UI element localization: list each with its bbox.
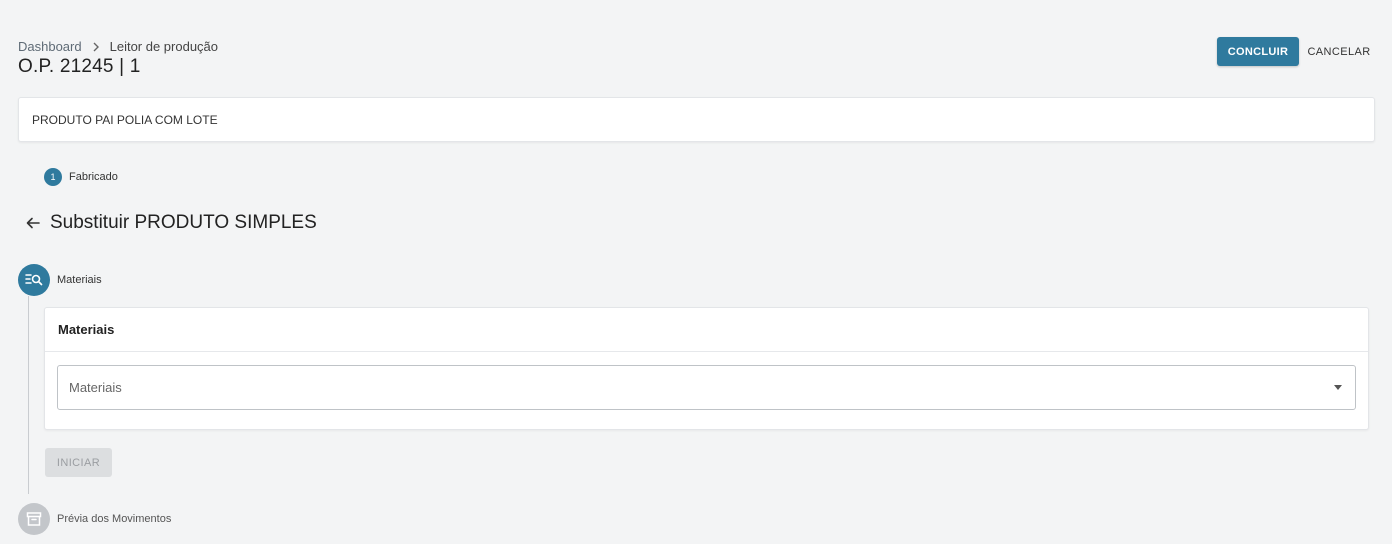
step-number-badge: 1 [44,168,62,186]
chevron-right-icon [92,42,100,52]
step-materiais-label: Materiais [57,274,102,286]
caret-down-icon [1334,385,1342,390]
arrow-left-icon[interactable] [26,215,42,231]
materials-select-placeholder: Materiais [69,380,122,395]
iniciar-button[interactable]: INICIAR [45,448,112,477]
archive-icon [18,503,50,535]
page: Dashboard Leitor de produção O.P. 21245 … [0,0,1392,544]
product-card: PRODUTO PAI POLIA COM LOTE [18,97,1375,142]
materials-card-title: Materiais [45,308,1368,352]
step-fabricado: 1 Fabricado [44,168,118,186]
breadcrumb-current: Leitor de produção [109,39,219,54]
list-search-icon [18,264,50,296]
stepper-connector-line [28,296,29,494]
materials-card: Materiais Materiais [44,307,1369,430]
cancelar-button[interactable]: CANCELAR [1303,37,1375,66]
section-title: Substituir PRODUTO SIMPLES [50,212,317,233]
step-label: Fabricado [69,171,118,183]
step-previa-label: Prévia dos Movimentos [57,513,172,525]
page-title: O.P. 21245 | 1 [18,56,141,77]
concluir-button[interactable]: CONCLUIR [1217,37,1299,66]
section-header: Substituir PRODUTO SIMPLES [26,212,317,234]
breadcrumb-dashboard-link[interactable]: Dashboard [18,39,82,54]
product-name: PRODUTO PAI POLIA COM LOTE [32,112,218,127]
materials-select[interactable]: Materiais [57,365,1356,410]
breadcrumb: Dashboard Leitor de produção [18,39,218,54]
